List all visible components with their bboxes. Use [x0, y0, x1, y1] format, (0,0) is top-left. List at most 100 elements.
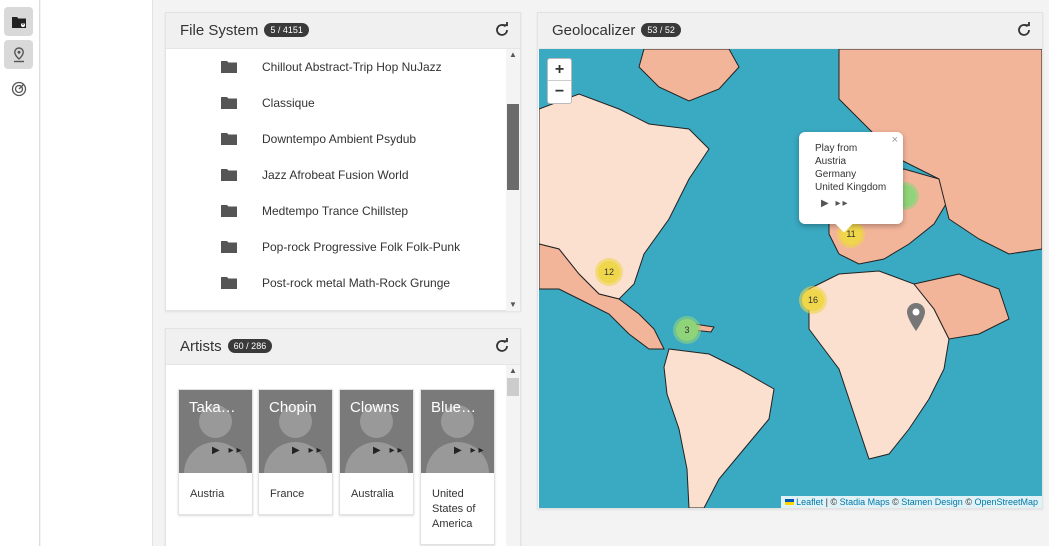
play-next-controls-icon[interactable]: ▶ ▸▸: [373, 445, 406, 456]
refresh-icon[interactable]: [494, 22, 510, 38]
folder-item[interactable]: Medtempo Trance Chillstep: [166, 193, 506, 229]
artist-country: France: [270, 488, 305, 500]
file-system-count-badge: 5 / 4151: [264, 23, 309, 37]
map-popup: × Play from Austria Germany United Kingd…: [799, 132, 903, 233]
folder-icon: [221, 97, 237, 109]
artist-name: Chopin: [269, 399, 317, 416]
artist-name: Blue…: [431, 399, 477, 416]
file-system-panel: File System 5 / 4151 Chillout Abstract-Tr…: [165, 12, 521, 311]
artist-thumbnail: Chopin ▶ ▸▸: [259, 390, 332, 473]
popup-country: Germany: [815, 169, 857, 180]
folder-icon: [221, 277, 237, 289]
artists-title-text: Artists: [180, 338, 222, 355]
ukraine-flag-icon: [784, 499, 794, 505]
artist-card[interactable]: Chopin ▶ ▸▸ France: [258, 389, 333, 515]
scrollbar-thumb[interactable]: [507, 104, 519, 190]
artists-title: Artists 60 / 286: [180, 338, 273, 355]
folder-item[interactable]: Downtempo Ambient Psydub: [166, 121, 506, 157]
play-next-controls-icon[interactable]: ▶ ▸▸: [212, 445, 245, 456]
leaflet-link[interactable]: Leaflet: [796, 497, 823, 507]
geolocalizer-title: Geolocalizer 53 / 52: [552, 22, 681, 39]
scroll-up-arrow-icon[interactable]: ▲: [506, 365, 520, 377]
stadia-link[interactable]: Stadia Maps: [840, 497, 890, 507]
sidebar-item-geolocalizer[interactable]: [4, 40, 33, 69]
folder-item[interactable]: Jazz Afrobeat Fusion World: [166, 157, 506, 193]
map-attribution: Leaflet | © Stadia Maps © Stamen Design …: [780, 496, 1042, 508]
artists-header: Artists 60 / 286: [166, 329, 520, 365]
folder-icon: [11, 16, 26, 28]
folder-item[interactable]: Classique: [166, 85, 506, 121]
map-pin-icon[interactable]: [907, 303, 925, 331]
folder-icon: [221, 133, 237, 145]
file-system-title-text: File System: [180, 22, 259, 39]
folder-icon: [221, 241, 237, 253]
geolocalizer-count-badge: 53 / 52: [641, 23, 681, 37]
scrollbar-thumb[interactable]: [507, 378, 519, 396]
map-cluster-marker[interactable]: 12: [595, 258, 623, 286]
popup-heading: Play from: [815, 143, 858, 154]
location-pin-icon: [13, 46, 24, 62]
artist-thumbnail: Clowns ▶ ▸▸: [340, 390, 413, 473]
refresh-icon[interactable]: [494, 338, 510, 354]
sidebar: [0, 0, 40, 546]
artist-name: Clowns: [350, 399, 400, 416]
play-next-controls-icon[interactable]: ▶ ▸▸: [454, 445, 487, 456]
artist-card[interactable]: Blue… ▶ ▸▸ United States of America: [420, 389, 495, 545]
cluster-count: 12: [598, 261, 620, 283]
stamen-link[interactable]: Stamen Design: [901, 497, 963, 507]
artist-card[interactable]: Taka… ▶ ▸▸ Austria: [178, 389, 253, 515]
file-system-header: File System 5 / 4151: [166, 13, 520, 49]
folder-label: Classique: [262, 96, 315, 110]
artist-card[interactable]: Clowns ▶ ▸▸ Australia: [339, 389, 414, 515]
map-cluster-marker[interactable]: 3: [673, 316, 701, 344]
popup-country: United Kingdom: [815, 182, 887, 193]
map-cluster-marker[interactable]: 16: [799, 286, 827, 314]
geolocalizer-title-text: Geolocalizer: [552, 22, 636, 39]
folder-item[interactable]: Post-rock metal Math-Rock Grunge: [166, 265, 506, 301]
file-system-title: File System 5 / 4151: [180, 22, 309, 39]
artist-thumbnail: Taka… ▶ ▸▸: [179, 390, 252, 473]
folder-icon: [221, 169, 237, 181]
folder-item[interactable]: Pop-rock Progressive Folk Folk-Punk: [166, 229, 506, 265]
osm-link[interactable]: OpenStreetMap: [974, 497, 1038, 507]
popup-text: Play from Austria Germany United Kingdom: [815, 142, 886, 194]
geolocalizer-panel: Geolocalizer 53 / 52 + − 12 3 11 16 × Pl…: [537, 12, 1043, 509]
zoom-in-button[interactable]: +: [548, 59, 571, 81]
side-panel-blank: [41, 0, 153, 546]
folder-label: Medtempo Trance Chillstep: [262, 204, 409, 218]
artists-panel: Artists 60 / 286 Taka… ▶ ▸▸ Austria Chopin…: [165, 328, 521, 546]
popup-country: Austria: [815, 156, 847, 167]
folder-label: Post-rock metal Math-Rock Grunge: [262, 276, 451, 290]
folder-label: Downtempo Ambient Psydub: [262, 132, 417, 146]
artist-thumbnail: Blue… ▶ ▸▸: [421, 390, 494, 473]
folder-icon: [221, 61, 237, 73]
artist-country: United States of America: [432, 488, 476, 530]
close-icon[interactable]: ×: [892, 134, 898, 146]
artist-country: Australia: [351, 488, 394, 500]
zoom-out-button[interactable]: −: [548, 81, 571, 103]
radar-icon: [11, 81, 26, 96]
folder-label: Jazz Afrobeat Fusion World: [262, 168, 409, 182]
artist-name: Taka…: [189, 399, 236, 416]
cluster-count: 3: [676, 319, 698, 341]
folder-item[interactable]: Chillout Abstract-Trip Hop NuJazz: [166, 49, 506, 85]
scroll-up-arrow-icon[interactable]: ▲: [506, 49, 520, 61]
artists-scrollbar[interactable]: ▲: [506, 365, 520, 546]
scroll-down-arrow-icon[interactable]: ▼: [506, 299, 520, 311]
zoom-control: + −: [547, 58, 572, 104]
refresh-icon[interactable]: [1016, 22, 1032, 38]
geolocalizer-header: Geolocalizer 53 / 52: [538, 13, 1042, 49]
sidebar-item-file-system[interactable]: [4, 7, 33, 36]
play-next-controls-icon[interactable]: ▶ ▸▸: [292, 445, 325, 456]
artist-country: Austria: [190, 488, 225, 500]
folder-list-scrollbar[interactable]: ▲ ▼: [506, 49, 520, 311]
folder-label: Chillout Abstract-Trip Hop NuJazz: [262, 60, 442, 74]
folder-label: Pop-rock Progressive Folk Folk-Punk: [262, 240, 461, 254]
sidebar-item-radar[interactable]: [4, 74, 33, 103]
artists-count-badge: 60 / 286: [227, 339, 273, 353]
app-root: File System 5 / 4151 Chillout Abstract-Tr…: [0, 0, 1049, 546]
play-next-controls-icon[interactable]: ▶ ▸▸: [821, 198, 850, 209]
world-map[interactable]: + − 12 3 11 16 × Play from Austria Germa…: [539, 49, 1042, 508]
folder-icon: [221, 205, 237, 217]
cluster-count: 16: [802, 289, 824, 311]
